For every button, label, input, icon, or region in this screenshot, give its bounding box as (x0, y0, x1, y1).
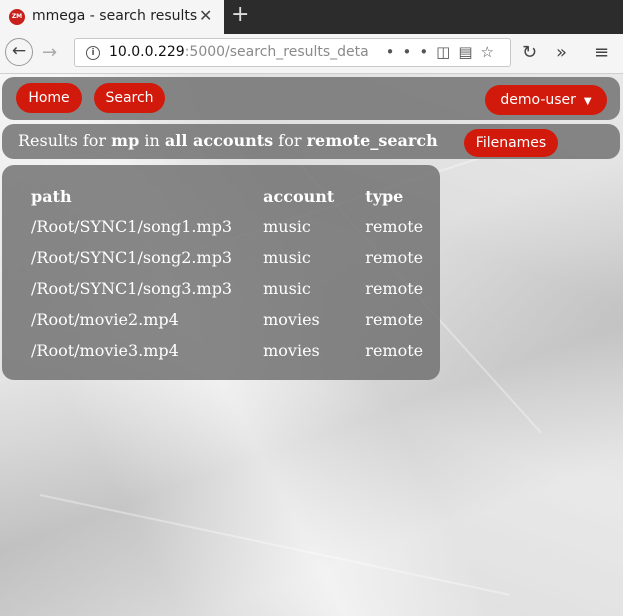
new-tab-icon[interactable]: + (231, 2, 249, 27)
tab-bar: ZM mmega - search results ✕ + (0, 0, 623, 34)
table-header-row: path account type (24, 181, 447, 211)
home-button[interactable]: Home (16, 83, 82, 113)
cell-path: /Root/SYNC1/song1.mp3 (31, 217, 233, 236)
cell-path: /Root/movie3.mp4 (31, 341, 179, 360)
tab-title: mmega - search results (32, 8, 198, 24)
forward-arrow-icon[interactable]: → (42, 40, 57, 66)
table-row: /Root/SYNC1/song1.mp3 music remote (24, 211, 447, 242)
results-summary-bar: Results for mp in all accounts for remot… (2, 124, 620, 159)
reload-icon[interactable]: ↻ (522, 40, 537, 66)
info-icon[interactable]: i (86, 46, 100, 60)
results-summary: Results for mp in all accounts for remot… (18, 131, 438, 150)
search-button[interactable]: Search (94, 83, 165, 113)
search-scope: all accounts (164, 131, 274, 150)
filenames-button[interactable]: Filenames (464, 129, 558, 157)
table-row: /Root/SYNC1/song2.mp3 music remote (24, 242, 447, 273)
cell-account: movies (263, 341, 320, 360)
navigation-bar: ← → i 10.0.0.229:5000/search_results_det… (0, 34, 623, 74)
cell-type: remote (365, 217, 424, 236)
search-mode: remote_search (306, 131, 438, 150)
star-icon[interactable]: ☆ (481, 43, 502, 61)
url-text[interactable]: 10.0.0.229:5000/search_results_detail (109, 44, 369, 60)
results-table-panel: path account type /Root/SYNC1/song1.mp3 … (2, 165, 440, 380)
cell-type: remote (365, 341, 424, 360)
search-term: mp (111, 131, 140, 150)
page-background: Home Search demo-user ▼ Results for mp in… (0, 74, 623, 616)
cell-type: remote (365, 279, 424, 298)
top-nav-bar: Home Search demo-user ▼ (2, 77, 620, 120)
paper-crease (39, 494, 510, 596)
results-table: path account type /Root/SYNC1/song1.mp3 … (24, 181, 447, 366)
browser-tab[interactable]: ZM mmega - search results ✕ (0, 0, 224, 34)
hamburger-menu-icon[interactable]: ≡ (594, 40, 609, 66)
table-row: /Root/movie3.mp4 movies remote (24, 335, 447, 366)
table-row: /Root/SYNC1/song3.mp3 music remote (24, 273, 447, 304)
column-header-type: type (365, 186, 404, 206)
url-bar[interactable]: i 10.0.0.229:5000/search_results_detail … (74, 38, 511, 67)
column-header-path: path (31, 186, 72, 206)
favicon-icon: ZM (9, 9, 25, 25)
cell-account: music (263, 217, 311, 236)
url-actions: •••◫▤☆ (386, 43, 502, 61)
close-tab-icon[interactable]: ✕ (199, 6, 212, 25)
pocket-icon[interactable]: ◫ (436, 43, 458, 61)
reader-icon[interactable]: ▤ (458, 43, 480, 61)
cell-account: music (263, 248, 311, 267)
cell-path: /Root/SYNC1/song3.mp3 (31, 279, 233, 298)
table-row: /Root/movie2.mp4 movies remote (24, 304, 447, 335)
cell-account: movies (263, 310, 320, 329)
user-menu-button[interactable]: demo-user ▼ (485, 85, 607, 115)
column-header-account: account (263, 186, 335, 206)
cell-path: /Root/movie2.mp4 (31, 310, 179, 329)
cell-account: music (263, 279, 311, 298)
dropdown-caret-icon: ▼ (583, 96, 592, 107)
cell-type: remote (365, 310, 424, 329)
user-name: demo-user (500, 92, 576, 108)
cell-path: /Root/SYNC1/song2.mp3 (31, 248, 233, 267)
back-arrow-icon[interactable]: ← (5, 38, 33, 66)
cell-type: remote (365, 248, 424, 267)
more-dots-icon[interactable]: ••• (386, 43, 437, 61)
overflow-icon[interactable]: » (556, 40, 567, 66)
